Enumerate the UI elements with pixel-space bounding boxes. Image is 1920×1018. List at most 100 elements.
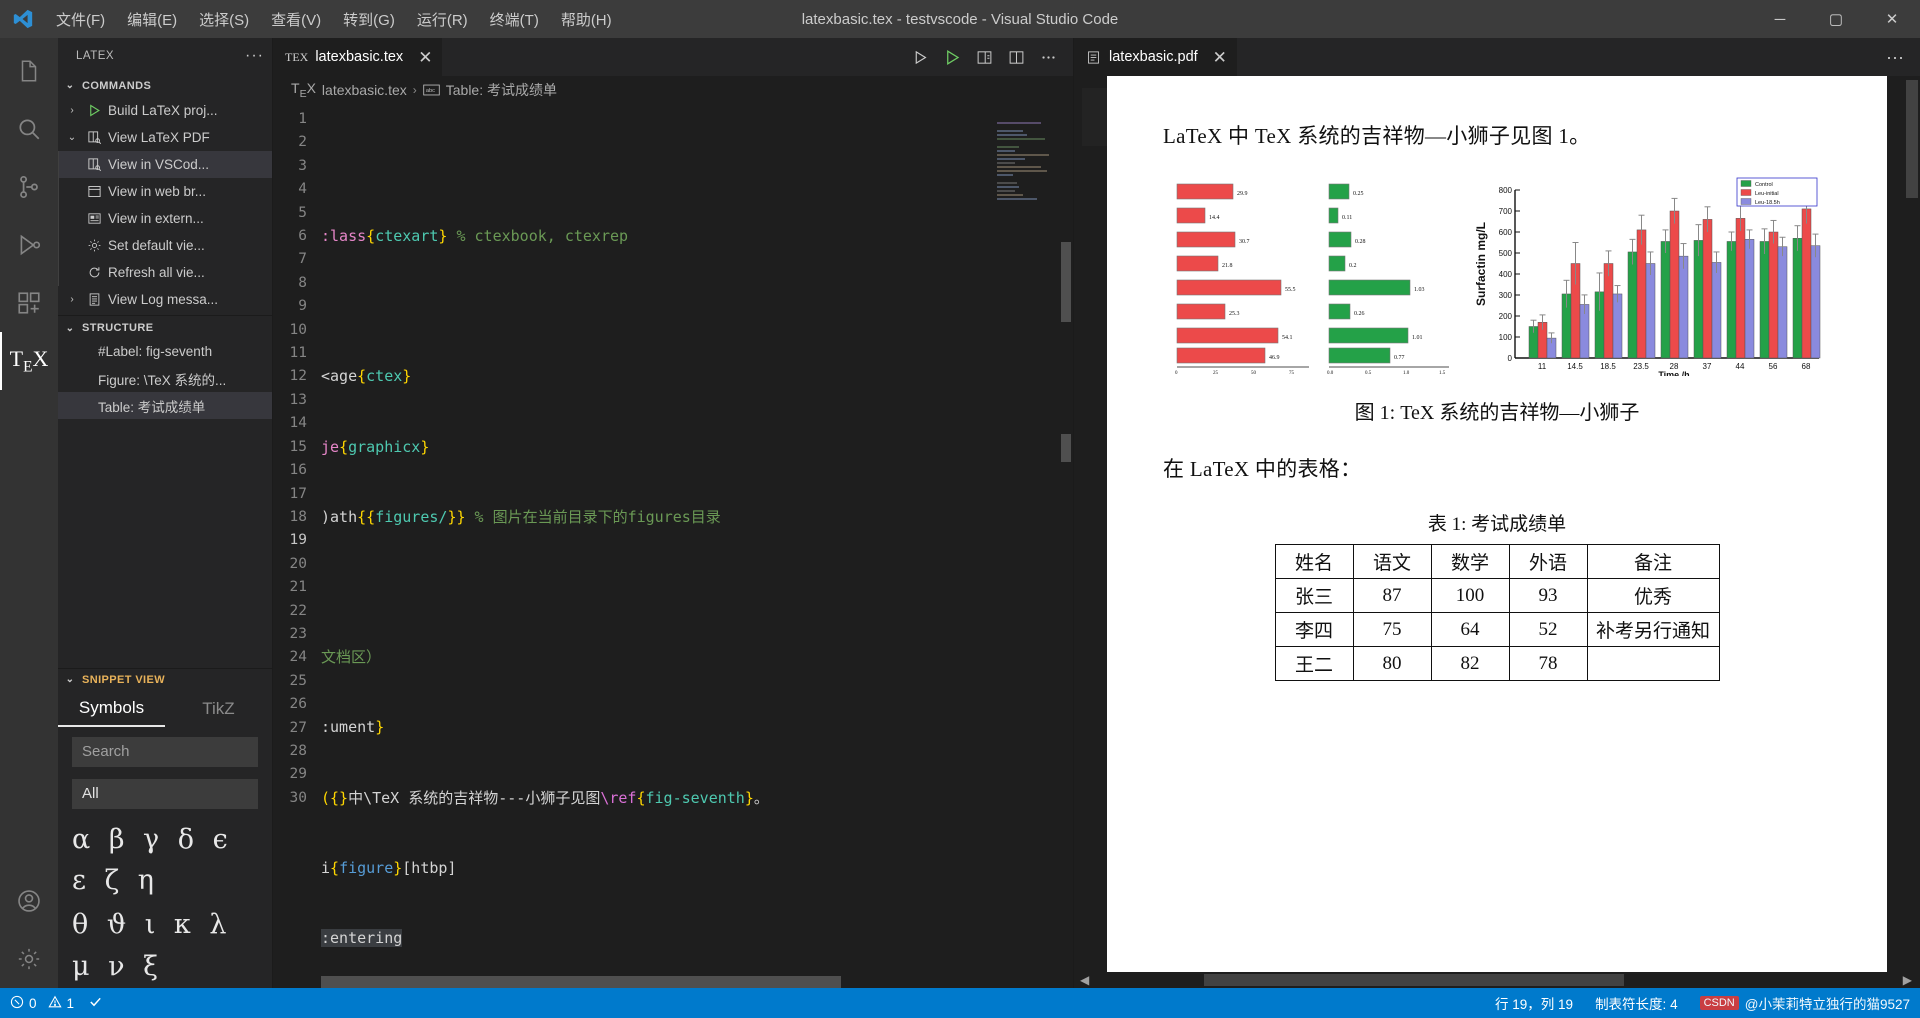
breadcrumb-symbol[interactable]: Table: 考试成绩单 [446, 80, 557, 100]
breadcrumb-file[interactable]: latexbasic.tex [322, 82, 407, 98]
menu-help[interactable]: 帮助(H) [551, 5, 622, 34]
code-line[interactable]: <age{ctex} [321, 365, 1073, 388]
code-content[interactable]: :lass{ctexart} % ctexbook, ctexrep <age{… [321, 104, 1073, 988]
breadcrumb[interactable]: TEX latexbasic.tex › abc Table: 考试成绩单 [273, 76, 1073, 104]
maximize-button[interactable]: ▢ [1808, 0, 1864, 38]
tab-close-icon[interactable]: ✕ [418, 49, 432, 66]
structure-item-label[interactable]: #Label: fig-seventh [58, 338, 272, 365]
window-controls[interactable]: ─ ▢ ✕ [1752, 0, 1920, 38]
code-line[interactable] [321, 155, 1073, 178]
command-set-default-viewer[interactable]: Set default vie... [58, 232, 272, 259]
snippet-filter-select[interactable]: All [72, 778, 258, 809]
greek-symbol-row-1[interactable]: α β γ δ ϵ ε ζ η [58, 809, 272, 903]
line-number: 15 [289, 438, 307, 455]
activity-settings-gear-icon[interactable] [0, 930, 58, 988]
snippet-search-input[interactable]: Search [72, 736, 258, 767]
cursor-position[interactable]: 行 19，列 19 [1495, 993, 1573, 1013]
menu-edit[interactable]: 编辑(E) [117, 5, 187, 34]
more-actions-icon[interactable]: ··· [1880, 42, 1910, 72]
sidebar: LATEX ··· ⌄ COMMANDS › Build LaTeX proj.… [58, 38, 273, 988]
command-build-latex[interactable]: › Build LaTeX proj... [58, 97, 272, 124]
command-view-in-external[interactable]: View in extern... [58, 205, 272, 232]
table-cell: 张三 [1274, 578, 1354, 613]
command-view-in-web-browser[interactable]: View in web br... [58, 178, 272, 205]
pdf-hscroll-thumb[interactable] [1204, 974, 1624, 986]
command-view-latex-pdf[interactable]: ⌄ View LaTeX PDF [58, 124, 272, 151]
section-structure[interactable]: ⌄ STRUCTURE [58, 315, 272, 338]
tab-size[interactable]: 制表符长度: 4 [1595, 993, 1678, 1013]
code-line[interactable]: je{graphicx} [321, 436, 1073, 459]
activity-run-debug-icon[interactable] [0, 216, 58, 274]
tab-latexbasic-tex[interactable]: TEX latexbasic.tex ✕ [273, 38, 444, 76]
tab-latexbasic-pdf[interactable]: latexbasic.pdf ✕ [1074, 38, 1238, 76]
svg-text:68: 68 [1802, 362, 1811, 371]
run-icon[interactable] [905, 42, 935, 72]
pdf-scroll-thumb[interactable] [1906, 80, 1918, 198]
command-view-log-messages[interactable]: › View Log messa... [58, 286, 272, 313]
build-latex-run-icon[interactable] [937, 42, 967, 72]
code-line[interactable]: :entering [321, 927, 1073, 950]
code-line[interactable]: :ument} [321, 716, 1073, 739]
split-preview-icon[interactable] [969, 42, 999, 72]
code-line[interactable]: ({}中\TeX 系统的吉祥物---小狮子见图\ref{fig-seventh}… [321, 787, 1073, 810]
pdf-vertical-scrollbar[interactable] [1904, 76, 1918, 972]
editor-horizontal-scrollbar[interactable] [321, 976, 841, 988]
activity-source-control-icon[interactable] [0, 158, 58, 216]
minimap[interactable] [993, 104, 1055, 988]
code-line[interactable] [321, 295, 1073, 318]
sidebar-more-actions-icon[interactable]: ··· [245, 47, 264, 65]
chevron-right-icon[interactable]: › [64, 294, 80, 305]
tab-close-icon[interactable]: ✕ [1213, 49, 1227, 66]
code-line[interactable]: )ath{{figures/}} % 图片在当前目录下的figures目录 [321, 506, 1073, 529]
activity-account-icon[interactable] [0, 872, 58, 930]
tab-tikz[interactable]: TikZ [165, 691, 272, 727]
tex-icon: TEX [9, 345, 49, 376]
table-header: 数学 [1430, 544, 1510, 579]
section-commands[interactable]: ⌄ COMMANDS [58, 74, 272, 97]
code-line[interactable]: i{figure}[htbp] [321, 857, 1073, 880]
more-actions-icon[interactable] [1033, 42, 1063, 72]
menu-go[interactable]: 转到(G) [333, 5, 405, 34]
split-editor-icon[interactable] [1001, 42, 1031, 72]
menu-view[interactable]: 查看(V) [261, 5, 331, 34]
activity-explorer-icon[interactable] [0, 42, 58, 100]
activity-extensions-icon[interactable] [0, 274, 58, 332]
code-editor[interactable]: 1 2 3 4 5 6 7 8 9 10 11 12 13 14 15 16 1… [273, 104, 1073, 988]
greek-symbol-row-2[interactable]: θ ϑ ι κ λ μ ν ξ [58, 902, 272, 988]
activity-latex-icon[interactable]: TEX [0, 332, 58, 390]
chevron-down-icon[interactable]: ⌄ [64, 132, 80, 143]
menu-file[interactable]: 文件(F) [46, 5, 115, 34]
status-check[interactable] [88, 994, 103, 1012]
close-button[interactable]: ✕ [1864, 0, 1920, 38]
vscode-window: 文件(F) 编辑(E) 选择(S) 查看(V) 转到(G) 运行(R) 终端(T… [0, 0, 1920, 1018]
section-snippet-view[interactable]: ⌄ SNIPPET VIEW [58, 667, 272, 691]
command-view-in-vscode[interactable]: View in VSCod... [58, 151, 272, 178]
code-line[interactable]: :lass{ctexart} % ctexbook, ctexrep [321, 225, 1073, 248]
tab-symbols[interactable]: Symbols [58, 691, 165, 727]
menu-selection[interactable]: 选择(S) [189, 5, 259, 34]
pdf-horizontal-scrollbar[interactable]: ◀ ▶ [1074, 972, 1920, 988]
menu-bar[interactable]: 文件(F) 编辑(E) 选择(S) 查看(V) 转到(G) 运行(R) 终端(T… [46, 5, 622, 34]
svg-text:56: 56 [1769, 362, 1778, 371]
editor-scroll-marker[interactable] [1061, 434, 1071, 462]
command-refresh-all-viewers[interactable]: Refresh all vie... [58, 259, 272, 286]
line-number: 1 [298, 111, 307, 127]
structure-item-table[interactable]: Table: 考试成绩单 [58, 392, 272, 419]
activity-search-icon[interactable] [0, 100, 58, 158]
external-icon [85, 211, 103, 227]
menu-terminal[interactable]: 终端(T) [480, 5, 549, 34]
code-line[interactable]: 文档区） [321, 646, 1073, 669]
status-problems[interactable]: 0 1 [10, 995, 74, 1012]
structure-item-figure[interactable]: Figure: \TeX 系统的... [58, 365, 272, 392]
menu-run[interactable]: 运行(R) [407, 5, 478, 34]
editor-vertical-scrollbar[interactable] [1061, 242, 1071, 322]
pdf-page-container[interactable]: LaTeX 中 TeX 系统的吉祥物—小狮子见图 1。 29.9 14.4 30… [1074, 76, 1920, 972]
code-line[interactable] [321, 576, 1073, 599]
chevron-right-icon[interactable]: › [64, 105, 80, 116]
table-cell: 优秀 [1586, 578, 1720, 613]
scroll-left-arrow-icon[interactable]: ◀ [1080, 973, 1089, 987]
scroll-right-arrow-icon[interactable]: ▶ [1903, 973, 1912, 987]
pdf-viewer[interactable]: LaTeX 中 TeX 系统的吉祥物—小狮子见图 1。 29.9 14.4 30… [1074, 76, 1920, 988]
minimize-button[interactable]: ─ [1752, 0, 1808, 38]
